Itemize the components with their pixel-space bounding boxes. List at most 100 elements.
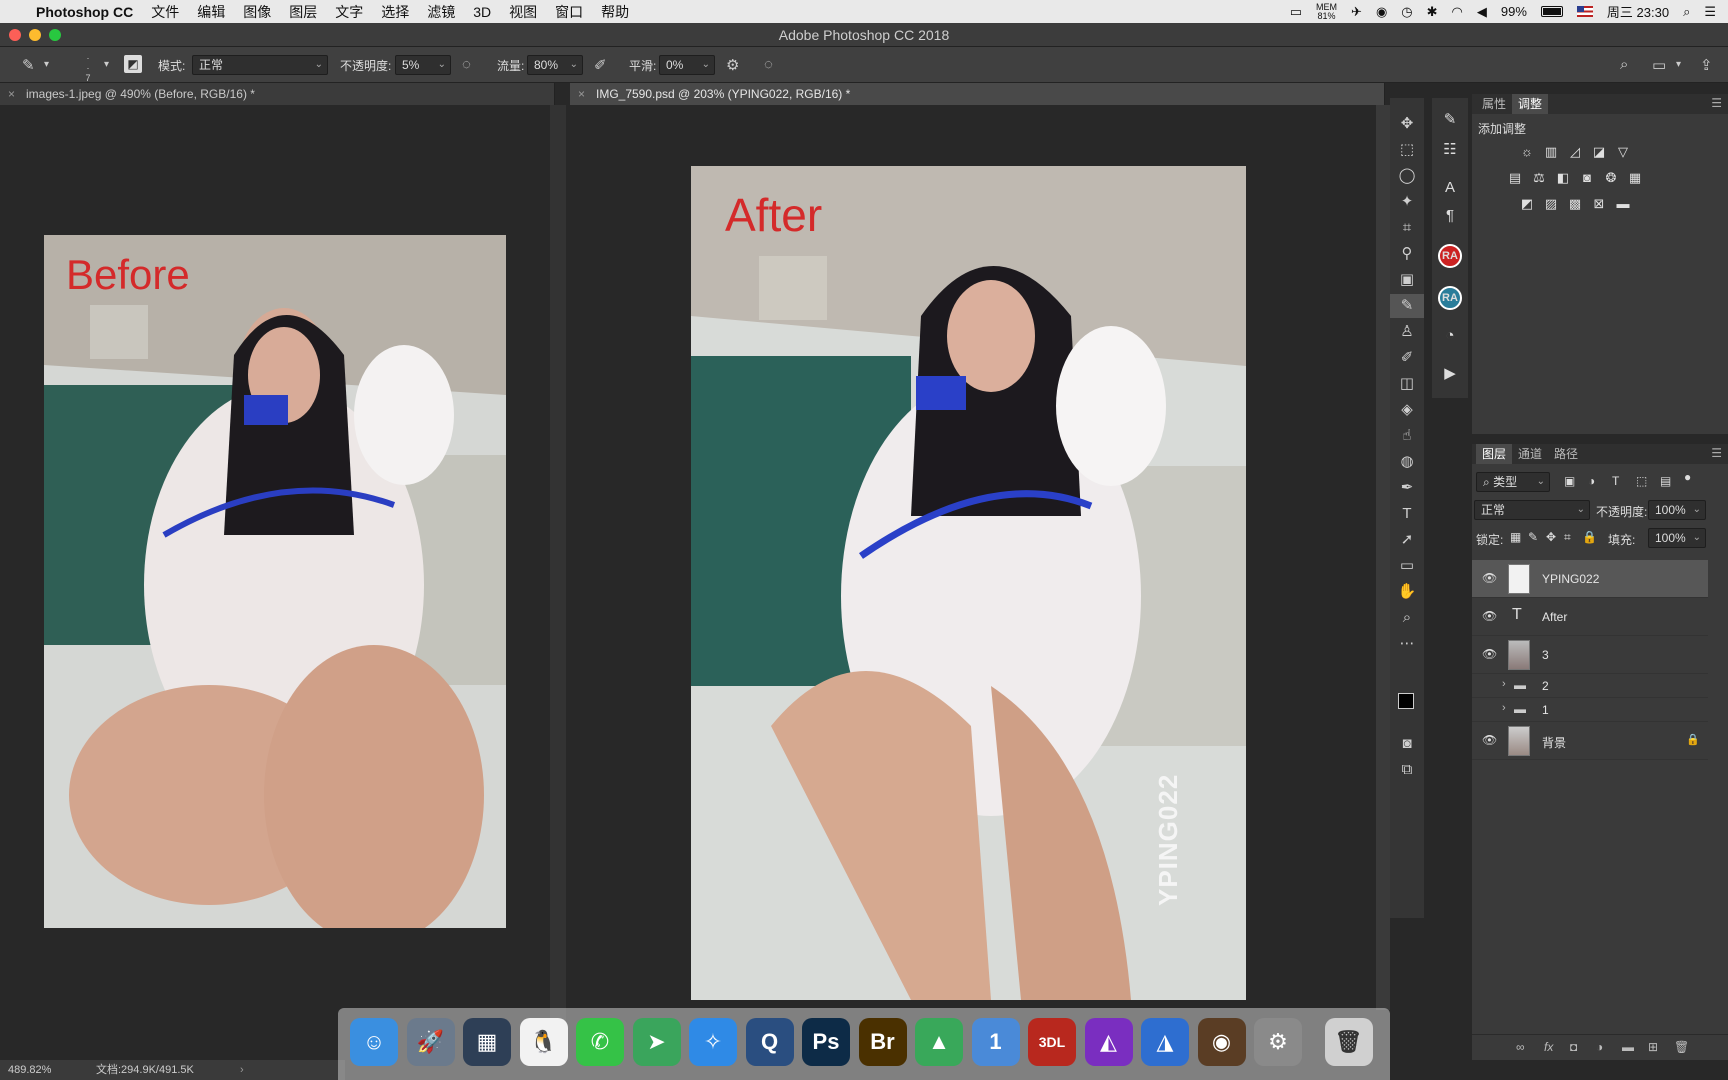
minimize-window-button[interactable] — [29, 29, 41, 41]
rectangle-tool-icon[interactable]: ▭ — [1390, 554, 1424, 578]
tab-layers[interactable]: 图层 — [1476, 444, 1513, 464]
smudge-tool-icon[interactable]: ☝ — [1390, 424, 1424, 448]
hue-saturation-icon[interactable]: ▤ — [1506, 170, 1524, 186]
dock-app-qq[interactable]: 🐧 — [519, 1018, 568, 1066]
dock-app-maps[interactable]: ▲ — [915, 1018, 963, 1066]
invert-icon[interactable]: ◩ — [1518, 196, 1536, 212]
trash-icon[interactable]: 🗑 — [1674, 1040, 1689, 1054]
send-icon[interactable]: ✈ — [1351, 4, 1362, 20]
menu-layer[interactable]: 图层 — [280, 2, 326, 22]
brush-picker-caret-icon[interactable]: ▾ — [104, 59, 109, 70]
filter-shape-icon[interactable]: ⬚ — [1636, 474, 1647, 488]
crop-tool-icon[interactable]: ⌗ — [1390, 216, 1424, 240]
dock-app-music[interactable]: ◉ — [1197, 1018, 1246, 1066]
layer-style-icon[interactable]: fx — [1544, 1040, 1553, 1054]
character-panel-icon[interactable]: A — [1436, 174, 1464, 202]
more-tools-icon[interactable]: ⋯ — [1390, 632, 1424, 656]
notification-center-icon[interactable]: ☰ — [1704, 4, 1716, 20]
type-tool-icon[interactable]: T — [1390, 502, 1424, 526]
vibrance-icon[interactable]: ▽ — [1614, 144, 1632, 160]
menu-select[interactable]: 选择 — [372, 2, 418, 22]
marquee-tool-icon[interactable]: ⬚ — [1390, 138, 1424, 162]
dock-app-photos-browser[interactable]: ▦ — [463, 1018, 511, 1066]
photo-filter-icon[interactable]: ◙ — [1578, 170, 1596, 186]
pressure-opacity-icon[interactable]: ◌ — [462, 56, 471, 73]
close-tab-icon[interactable]: × — [578, 83, 585, 105]
tab-paths[interactable]: 路径 — [1548, 444, 1584, 464]
paint-bucket-tool-icon[interactable]: ◈ — [1390, 398, 1424, 422]
lock-position-icon[interactable]: ✥ — [1546, 530, 1556, 544]
screen-mode-icon[interactable]: ⧉ — [1390, 758, 1424, 782]
filter-pixel-icon[interactable]: ▣ — [1564, 474, 1575, 488]
brush-settings-panel-icon[interactable]: ☷ — [1436, 136, 1464, 164]
sponge-tool-icon[interactable]: ◍ — [1390, 450, 1424, 474]
paragraph-panel-icon[interactable]: ¶ — [1436, 202, 1464, 230]
menu-type[interactable]: 文字 — [326, 2, 372, 22]
battery-icon[interactable] — [1540, 6, 1563, 17]
eyedropper-tool-icon[interactable]: ⚲ — [1390, 242, 1424, 266]
opacity-field[interactable]: 5% ⌄ — [395, 55, 451, 75]
dock-app-finder[interactable]: ☺ — [350, 1018, 398, 1066]
zoom-tool-icon[interactable]: ⌕ — [1390, 606, 1424, 630]
channel-mixer-icon[interactable]: ❂ — [1602, 170, 1620, 186]
layer-group-1[interactable]: › ▬ 1 — [1472, 698, 1708, 722]
color-lookup-icon[interactable]: ▦ — [1626, 170, 1644, 186]
hand-tool-icon[interactable]: ✋ — [1390, 580, 1424, 604]
color-balance-icon[interactable]: ⚖ — [1530, 170, 1548, 186]
foreground-color-swatch[interactable] — [1398, 693, 1414, 709]
volume-icon[interactable]: ◀ — [1477, 4, 1487, 20]
filter-smart-object-icon[interactable]: ▤ — [1660, 474, 1671, 488]
menu-filter[interactable]: 滤镜 — [418, 2, 464, 22]
flow-field[interactable]: 80% ⌄ — [527, 55, 583, 75]
actions-play-icon[interactable]: ▶ — [1436, 360, 1464, 388]
gradient-map-icon[interactable]: ▬ — [1614, 196, 1632, 212]
layer-filter-select[interactable]: ⌕ 类型 ⌄ — [1476, 472, 1550, 492]
close-window-button[interactable] — [9, 29, 21, 41]
menu-3d[interactable]: 3D — [464, 4, 500, 20]
flag-icon[interactable] — [1576, 6, 1593, 17]
layer-row-yping022[interactable]: 👁 YPING022 — [1472, 560, 1708, 598]
shield-icon[interactable]: ◉ — [1376, 4, 1387, 20]
dock-app-system-preferences[interactable]: ⚙ — [1254, 1018, 1302, 1066]
dock-app-wechat[interactable]: ✆ — [576, 1018, 624, 1066]
menu-help[interactable]: 帮助 — [592, 2, 638, 22]
quick-mask-icon[interactable]: ◙ — [1390, 732, 1424, 756]
display-icon[interactable]: ▭ — [1290, 4, 1302, 20]
wifi-icon[interactable]: ◠ — [1452, 4, 1463, 20]
new-group-icon[interactable]: ▬ — [1622, 1040, 1634, 1054]
app-menu[interactable]: Photoshop CC — [32, 4, 142, 20]
dock-app-safari[interactable]: ✧ — [689, 1018, 737, 1066]
tab-images-1[interactable]: × images-1.jpeg @ 490% (Before, RGB/16) … — [0, 83, 555, 105]
pane-divider[interactable] — [550, 105, 566, 1060]
dock-app-3dl[interactable]: 3DL — [1028, 1018, 1076, 1066]
new-adjustment-layer-icon[interactable]: ◑ — [1596, 1040, 1603, 1054]
panel-menu-icon[interactable]: ☰ — [1711, 446, 1722, 460]
link-layers-icon[interactable]: ∞ — [1516, 1040, 1525, 1054]
dock-app-1password[interactable]: 1 — [971, 1018, 1020, 1066]
move-tool-icon[interactable]: ✥ — [1390, 112, 1424, 136]
dock-app-trash[interactable]: 🗑 — [1324, 1018, 1373, 1066]
expand-group-chevron-icon[interactable]: › — [1502, 702, 1506, 714]
filter-toggle-icon[interactable]: ● — [1684, 470, 1691, 484]
panel-menu-icon[interactable]: ☰ — [1711, 96, 1722, 110]
blend-mode-select[interactable]: 正常 ⌄ — [1474, 500, 1590, 520]
dock-app-affinity-photo[interactable]: ◭ — [1084, 1018, 1133, 1066]
brush-tool-icon[interactable]: ✎ — [22, 56, 35, 74]
layer-row-after[interactable]: 👁 T After — [1472, 598, 1708, 636]
brush-size-preview[interactable]: · · 7 — [80, 53, 96, 83]
add-mask-icon[interactable]: ◘ — [1570, 1040, 1577, 1054]
dock-app-affinity-designer[interactable]: ◮ — [1141, 1018, 1189, 1066]
status-chevron-icon[interactable]: › — [240, 1060, 244, 1080]
pressure-size-icon[interactable]: ◌ — [764, 56, 773, 73]
lasso-tool-icon[interactable]: ◯ — [1390, 164, 1424, 188]
visibility-eye-icon[interactable]: 👁 — [1482, 571, 1497, 585]
visibility-eye-icon[interactable]: 👁 — [1482, 609, 1497, 623]
curves-icon[interactable]: ◿ — [1566, 144, 1584, 160]
smoothing-field[interactable]: 0% ⌄ — [659, 55, 715, 75]
lock-all-icon[interactable]: 🔒 — [1582, 530, 1597, 544]
layer-opacity-field[interactable]: 100% ⌄ — [1648, 500, 1706, 520]
tab-channels[interactable]: 通道 — [1512, 444, 1548, 464]
lock-transparency-icon[interactable]: ▦ — [1510, 530, 1521, 544]
menu-edit[interactable]: 编辑 — [188, 2, 234, 22]
dock-app-quicktime[interactable]: Q — [745, 1018, 794, 1066]
